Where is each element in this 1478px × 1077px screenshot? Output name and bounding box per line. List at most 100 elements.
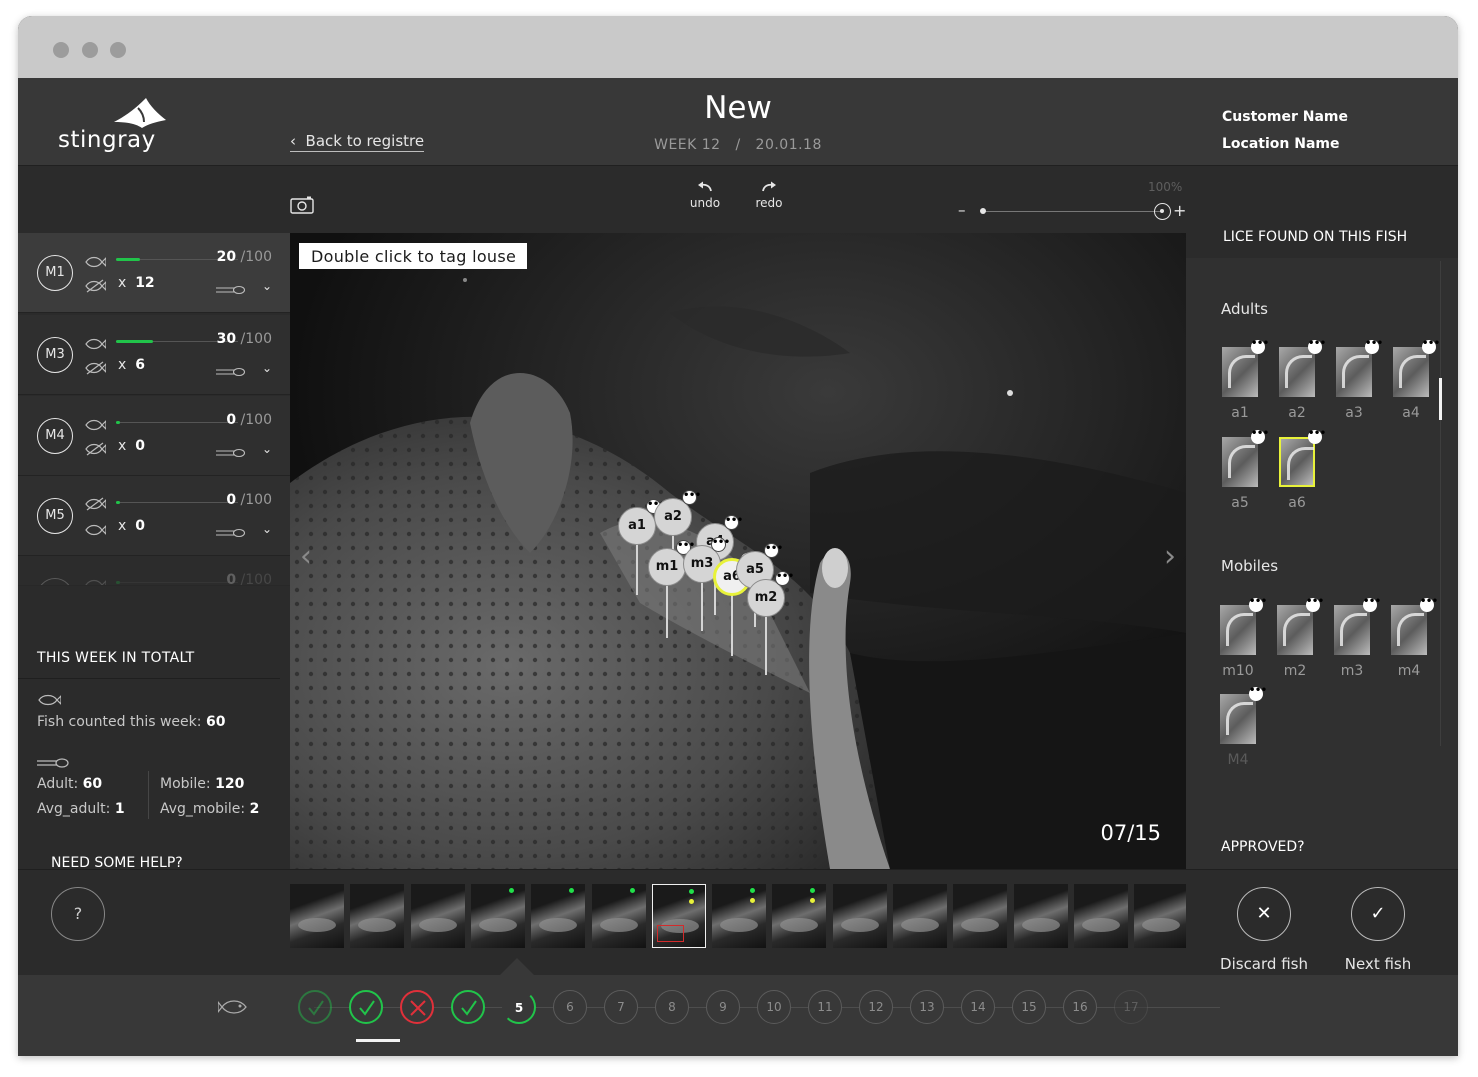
fish-step[interactable]: 17 [1114, 990, 1148, 1024]
louse-thumbnail[interactable]: ••• a4 [1393, 339, 1440, 421]
frame-thumbnail[interactable] [591, 884, 646, 948]
next-fish-button[interactable]: ✓ [1351, 887, 1405, 941]
more-options-icon[interactable]: ••• [682, 490, 701, 505]
discard-fish-button[interactable]: ✕ [1237, 887, 1291, 941]
fish-step[interactable]: 5 [502, 990, 536, 1024]
camera-icon[interactable] [290, 195, 314, 215]
frame-thumbnail[interactable] [712, 884, 767, 948]
chevron-down-icon[interactable]: ⌄ [262, 442, 272, 456]
next-image-arrow-icon[interactable]: › [1164, 539, 1176, 574]
louse-thumbnail-image[interactable] [1336, 347, 1372, 397]
fish-step[interactable]: 16 [1063, 990, 1097, 1024]
more-options-icon[interactable]: ••• [1420, 597, 1438, 612]
frame-thumbnail[interactable] [772, 884, 827, 948]
frame-thumbnail[interactable] [1013, 884, 1068, 948]
frame-thumbnail[interactable] [1134, 884, 1186, 948]
louse-thumbnail[interactable]: ••• m3 [1334, 597, 1381, 679]
zoom-slider-track[interactable] [984, 211, 1162, 212]
louse-thumbnail-image[interactable] [1222, 347, 1258, 397]
louse-thumbnail-image[interactable] [1279, 437, 1315, 487]
louse-thumbnail[interactable]: ••• a1 [1222, 339, 1269, 421]
frame-thumbnail[interactable] [290, 884, 344, 948]
station-row[interactable]: M50 /100x 0⌄ [18, 556, 290, 586]
fish-step[interactable]: 6 [553, 990, 587, 1024]
fish-step[interactable]: 9 [706, 990, 740, 1024]
frame-thumbnail[interactable] [1073, 884, 1128, 948]
next-fish-label[interactable]: Next fish [1318, 955, 1438, 973]
more-options-icon[interactable]: ••• [1251, 429, 1269, 444]
zoom-slider-handle[interactable] [1154, 203, 1171, 220]
more-options-icon[interactable]: ••• [1249, 597, 1267, 612]
frame-thumbnail[interactable] [350, 884, 405, 948]
frame-thumbnail[interactable] [651, 884, 706, 948]
fish-step[interactable]: 13 [910, 990, 944, 1024]
louse-thumbnail[interactable]: ••• m10 [1220, 597, 1267, 679]
fish-step[interactable]: 14 [961, 990, 995, 1024]
chevron-down-icon[interactable]: ⌄ [262, 279, 272, 293]
fish-image-canvas[interactable]: Double click to tag louse ‹ › a1 ••• a2 •••… [290, 233, 1186, 869]
frame-thumbnail[interactable] [410, 884, 465, 948]
more-options-icon[interactable]: ••• [1308, 339, 1326, 354]
station-row[interactable]: M1 20 /100 x 12 ⌄ [18, 233, 290, 313]
more-options-icon[interactable]: ••• [775, 571, 794, 586]
more-options-icon[interactable]: ••• [1365, 339, 1383, 354]
window-maximize-dot[interactable] [110, 42, 126, 58]
fish-step[interactable]: 8 [655, 990, 689, 1024]
louse-thumbnail[interactable]: ••• a6 [1279, 429, 1326, 511]
frame-thumbnail[interactable] [893, 884, 947, 948]
frame-thumbnail[interactable] [531, 884, 586, 948]
fish-step[interactable]: 10 [757, 990, 791, 1024]
lice-scrollbar-track[interactable] [1440, 261, 1441, 746]
chevron-down-icon[interactable]: ⌄ [262, 361, 272, 375]
more-options-icon[interactable]: ••• [1363, 597, 1381, 612]
louse-thumbnail[interactable]: ••• a5 [1222, 429, 1269, 511]
fish-step[interactable]: 15 [1012, 990, 1046, 1024]
lice-scrollbar-thumb[interactable] [1439, 378, 1442, 420]
fish-step[interactable]: 3 [400, 990, 434, 1024]
frame-thumbnail[interactable] [953, 884, 1008, 948]
redo-button[interactable]: redo [744, 181, 794, 210]
more-options-icon[interactable]: ••• [724, 515, 743, 530]
help-button[interactable]: ? [51, 887, 105, 941]
prev-image-arrow-icon[interactable]: ‹ [300, 539, 312, 574]
fish-step[interactable]: 11 [808, 990, 842, 1024]
zoom-in-button[interactable]: + [1173, 201, 1186, 220]
window-minimize-dot[interactable] [82, 42, 98, 58]
more-options-icon[interactable]: ••• [1251, 339, 1269, 354]
frame-thumbnail[interactable] [470, 884, 525, 948]
chevron-down-icon[interactable]: ⌄ [262, 522, 272, 536]
louse-thumbnail-image[interactable] [1222, 437, 1258, 487]
louse-thumbnail-image[interactable] [1391, 605, 1427, 655]
fish-step[interactable]: 2 [349, 990, 383, 1024]
louse-thumbnail[interactable]: ••• a3 [1336, 339, 1383, 421]
fish-step[interactable]: 1 [298, 990, 332, 1024]
window-close-dot[interactable] [53, 42, 69, 58]
louse-thumbnail[interactable]: ••• m2 [1277, 597, 1324, 679]
louse-thumbnail-image[interactable] [1279, 347, 1315, 397]
louse-thumbnail-image[interactable] [1277, 605, 1313, 655]
louse-thumbnail-image[interactable] [1220, 694, 1256, 744]
fish-step[interactable]: 4 [451, 990, 485, 1024]
more-options-icon[interactable]: ••• [1308, 429, 1326, 444]
back-link[interactable]: ‹ Back to registre [290, 132, 425, 152]
more-options-icon[interactable]: ••• [1306, 597, 1324, 612]
discard-fish-label[interactable]: Discard fish [1204, 955, 1324, 973]
more-options-icon[interactable]: ••• [1249, 686, 1267, 701]
louse-thumbnail-image[interactable] [1334, 605, 1370, 655]
station-row[interactable]: M3 30 /100 x 6 ⌄ [18, 315, 290, 395]
frame-thumbnail[interactable] [832, 884, 887, 948]
zoom-out-button[interactable]: – [958, 201, 966, 219]
louse-thumbnail-image[interactable] [1220, 605, 1256, 655]
fish-step[interactable]: 7 [604, 990, 638, 1024]
louse-thumbnail-image[interactable] [1393, 347, 1429, 397]
louse-thumbnail[interactable]: ••• M4 [1220, 686, 1267, 768]
more-options-icon[interactable]: ••• [764, 543, 783, 558]
fish-step[interactable]: 12 [859, 990, 893, 1024]
more-options-icon[interactable]: ••• [1422, 339, 1440, 354]
station-row[interactable]: M4 0 /100 x 0 ⌄ [18, 396, 290, 476]
station-row[interactable]: M50 /100x 0⌄ [18, 476, 290, 556]
undo-button[interactable]: undo [680, 181, 730, 210]
louse-thumbnail[interactable]: ••• m4 [1391, 597, 1438, 679]
more-options-icon[interactable]: ••• [711, 537, 730, 552]
louse-thumbnail[interactable]: ••• a2 [1279, 339, 1326, 421]
